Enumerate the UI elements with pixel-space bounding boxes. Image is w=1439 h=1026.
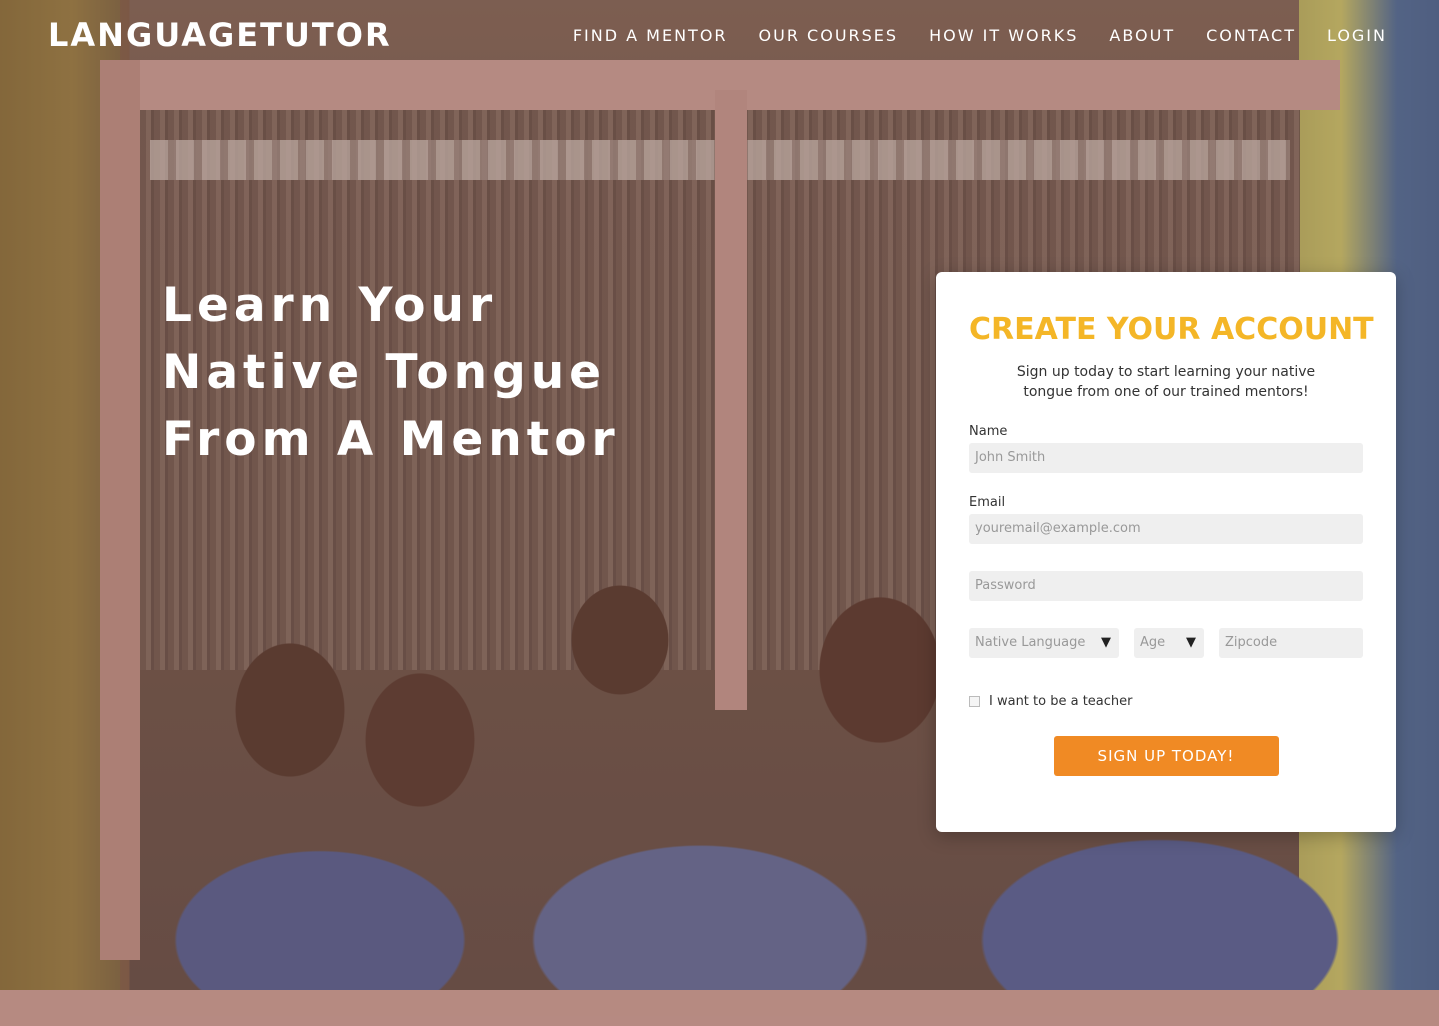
hero-headline: Learn Your Native Tongue From A Mentor [162, 272, 682, 473]
top-navigation-bar: LANGUAGETUTOR FIND A MENTOR OUR COURSES … [0, 0, 1439, 70]
nav-login[interactable]: LOGIN [1327, 26, 1387, 45]
nav-how-it-works[interactable]: HOW IT WORKS [929, 26, 1078, 45]
teacher-option: I want to be a teacher [969, 694, 1363, 709]
native-language-select[interactable]: Native Language ▼ [969, 628, 1119, 658]
sign-up-button[interactable]: SIGN UP TODAY! [1053, 736, 1279, 776]
native-language-value: Native Language [975, 635, 1086, 650]
nav-find-a-mentor[interactable]: FIND A MENTOR [573, 26, 728, 45]
dropdown-triangle-icon: ▼ [1186, 635, 1196, 650]
signup-subtitle: Sign up today to start learning your nat… [1016, 364, 1316, 400]
teacher-checkbox-label[interactable]: I want to be a teacher [989, 694, 1133, 709]
hero-headline-line: From A Mentor [162, 412, 620, 467]
nav-our-courses[interactable]: OUR COURSES [759, 26, 899, 45]
signup-card: CREATE YOUR ACCOUNT Sign up today to sta… [936, 272, 1396, 832]
zipcode-field[interactable]: Zipcode [1219, 628, 1363, 658]
name-field[interactable]: John Smith [969, 443, 1363, 473]
age-select[interactable]: Age ▼ [1134, 628, 1204, 658]
signup-title: CREATE YOUR ACCOUNT [969, 312, 1374, 347]
dropdown-triangle-icon: ▼ [1101, 635, 1111, 650]
email-label: Email [969, 495, 1006, 510]
age-value: Age [1140, 635, 1166, 650]
nav-contact[interactable]: CONTACT [1206, 26, 1296, 45]
name-label: Name [969, 424, 1008, 439]
hero-headline-line: Learn Your [162, 278, 498, 333]
teacher-checkbox[interactable] [969, 696, 980, 707]
nav-about[interactable]: ABOUT [1109, 26, 1175, 45]
main-nav: FIND A MENTOR OUR COURSES HOW IT WORKS A… [573, 26, 1387, 45]
email-field[interactable]: youremail@example.com [969, 514, 1363, 544]
hero-headline-line: Native Tongue [162, 345, 607, 400]
site-logo[interactable]: LANGUAGETUTOR [48, 16, 392, 54]
password-field[interactable]: Password [969, 571, 1363, 601]
details-row: Native Language ▼ Age ▼ Zipcode [969, 628, 1363, 658]
